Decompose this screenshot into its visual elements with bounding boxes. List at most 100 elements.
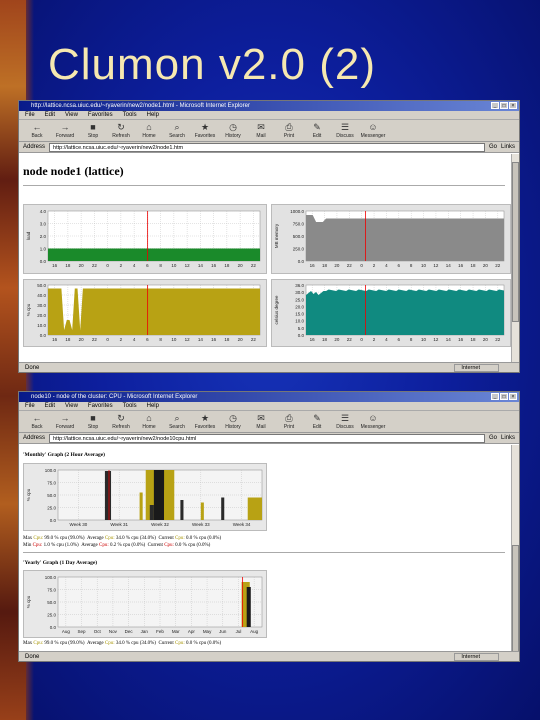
menu-favorites[interactable]: Favorites xyxy=(88,402,113,410)
stop-button[interactable]: ■ Stop xyxy=(81,413,105,430)
cpu-spike xyxy=(164,490,169,520)
x-tick-label: Sep xyxy=(78,629,87,634)
menu-view[interactable]: View xyxy=(65,402,78,410)
yearly-cpu-chart: 100.0 75.0 50.0 25.0 0.0 Aug Sep Oct Nov Dec Jan Fe… xyxy=(26,575,263,634)
search-button[interactable]: ⌕ Search xyxy=(165,122,189,139)
y-tick-label: 30.0 xyxy=(37,303,46,308)
menu-bar: File Edit View Favorites Tools Help xyxy=(19,402,519,411)
refresh-button[interactable]: ↻ Refresh xyxy=(109,122,133,139)
print-icon: ⎙ xyxy=(285,413,293,423)
y-tick-label: 3.0 xyxy=(40,222,47,227)
address-input[interactable]: http://lattice.ncsa.uiuc.edu/~ryaverin/n… xyxy=(49,433,485,443)
messenger-button[interactable]: ☺ Messenger xyxy=(361,122,386,139)
maximize-button[interactable]: □ xyxy=(500,102,508,109)
menu-edit[interactable]: Edit xyxy=(45,111,55,119)
menu-edit[interactable]: Edit xyxy=(45,402,55,410)
y-tick-label: 0.0 xyxy=(40,333,47,338)
refresh-button[interactable]: ↻ Refresh xyxy=(109,413,133,430)
menu-tools[interactable]: Tools xyxy=(123,111,137,119)
load-chart-panel: 4.0 3.0 2.0 1.0 0.0 16 18 20 22 0 2 4 6 8 10 12 14 16 18 20… xyxy=(23,204,267,274)
close-button[interactable]: × xyxy=(509,393,517,400)
security-zone: Internet xyxy=(454,364,499,372)
scrollbar-thumb[interactable] xyxy=(512,162,519,322)
favorites-button[interactable]: ★ Favorites xyxy=(193,122,217,139)
vertical-scrollbar[interactable] xyxy=(511,154,519,362)
mail-button[interactable]: ✉ Mail xyxy=(249,413,273,430)
discuss-button[interactable]: ☰ Discuss xyxy=(333,122,357,139)
favorites-icon: ★ xyxy=(200,122,210,132)
security-zone: Internet xyxy=(454,653,499,661)
x-tick-label: 16 xyxy=(458,337,464,342)
y-tick-label: 20.0 xyxy=(37,313,46,318)
discuss-icon: ☰ xyxy=(340,413,350,423)
monthly-stat-min: Min Cpu: 1.0 % cpu (1.0%) Average Cpu: 0… xyxy=(23,543,210,548)
x-tick-label: 8 xyxy=(159,263,162,268)
edit-button[interactable]: ✎ Edit xyxy=(305,413,329,430)
history-icon: ◷ xyxy=(229,413,237,423)
discuss-button[interactable]: ☰ Discuss xyxy=(333,413,357,430)
y-axis-label: % cpu xyxy=(26,303,31,316)
menu-view[interactable]: View xyxy=(65,111,78,119)
favorites-button[interactable]: ★ Favorites xyxy=(193,413,217,430)
menu-help[interactable]: Help xyxy=(147,402,159,410)
x-tick-label: 18 xyxy=(65,337,71,342)
messenger-button[interactable]: ☺ Messenger xyxy=(361,413,386,430)
print-button[interactable]: ⎙ Print xyxy=(277,122,301,139)
x-tick-label: 18 xyxy=(322,337,328,342)
forward-button[interactable]: → Forward xyxy=(53,122,77,139)
go-button[interactable]: Go xyxy=(489,144,497,150)
back-button[interactable]: ← Back xyxy=(25,413,49,430)
stat-avg-value: 34.0 % cpu (34.0%) xyxy=(115,536,156,541)
vertical-scrollbar[interactable] xyxy=(511,445,519,655)
stat-cpu-label: Cpu: xyxy=(175,641,185,646)
edit-button[interactable]: ✎ Edit xyxy=(305,122,329,139)
forward-button[interactable]: → Forward xyxy=(53,413,77,430)
x-tick-label: 18 xyxy=(471,337,477,342)
address-input[interactable]: http://lattice.ncsa.uiuc.edu/~ryaverin/n… xyxy=(49,142,485,152)
menu-file[interactable]: File xyxy=(25,402,35,410)
close-button[interactable]: × xyxy=(509,102,517,109)
mail-button[interactable]: ✉ Mail xyxy=(249,122,273,139)
links-button[interactable]: Links xyxy=(501,435,515,441)
menu-file[interactable]: File xyxy=(25,111,35,119)
cpu-chart: 50.0 40.0 30.0 20.0 10.0 0.0 16 18 20 22 0 2 4 6 8 10 12… xyxy=(26,283,261,342)
home-icon: ⌂ xyxy=(146,413,152,423)
y-tick-label: 50.0 xyxy=(47,493,56,498)
history-button[interactable]: ◷ History xyxy=(221,413,245,430)
toolbar-label: Stop xyxy=(87,424,99,430)
x-tick-label: 12 xyxy=(433,337,439,342)
search-button[interactable]: ⌕ Search xyxy=(165,413,189,430)
minimize-button[interactable]: _ xyxy=(491,102,499,109)
stat-label: Average xyxy=(87,536,104,541)
y-tick-label: 15.0 xyxy=(295,312,304,317)
stop-button[interactable]: ■ Stop xyxy=(81,122,105,139)
menu-help[interactable]: Help xyxy=(147,111,159,119)
history-button[interactable]: ◷ History xyxy=(221,122,245,139)
minimize-button[interactable]: _ xyxy=(491,393,499,400)
home-button[interactable]: ⌂ Home xyxy=(137,413,161,430)
x-tick-label: Jul xyxy=(236,629,242,634)
stat-avg-value: 0.2 % cpu (0.0%) xyxy=(110,543,146,548)
x-tick-label: 0 xyxy=(360,263,363,268)
y-axis-label: % cpu xyxy=(26,595,31,608)
x-tick-label: 18 xyxy=(471,263,477,268)
stat-cpu-label: Cpu: xyxy=(104,536,115,541)
y-tick-label: 250.0 xyxy=(293,247,305,252)
home-button[interactable]: ⌂ Home xyxy=(137,122,161,139)
memory-chart: 1000.0 750.0 500.0 250.0 0.0 16 18 20 22 0 2 4 6 8 10 1… xyxy=(274,209,505,268)
toolbar-label: Discuss xyxy=(336,424,354,430)
print-button[interactable]: ⎙ Print xyxy=(277,413,301,430)
menu-tools[interactable]: Tools xyxy=(123,402,137,410)
monthly-stat-max: Max Cpu: 99.0 % cpu (99.0%) Average Cpu:… xyxy=(23,536,221,541)
go-button[interactable]: Go xyxy=(489,435,497,441)
links-button[interactable]: Links xyxy=(501,144,515,150)
scrollbar-thumb[interactable] xyxy=(512,545,519,655)
x-tick-label: 18 xyxy=(224,337,230,342)
y-tick-label: 0.0 xyxy=(50,625,57,630)
toolbar-label: Stop xyxy=(87,133,99,139)
x-tick-label: 8 xyxy=(410,337,413,342)
y-tick-label: 0.0 xyxy=(50,518,57,523)
back-button[interactable]: ← Back xyxy=(25,122,49,139)
maximize-button[interactable]: □ xyxy=(500,393,508,400)
menu-favorites[interactable]: Favorites xyxy=(88,111,113,119)
